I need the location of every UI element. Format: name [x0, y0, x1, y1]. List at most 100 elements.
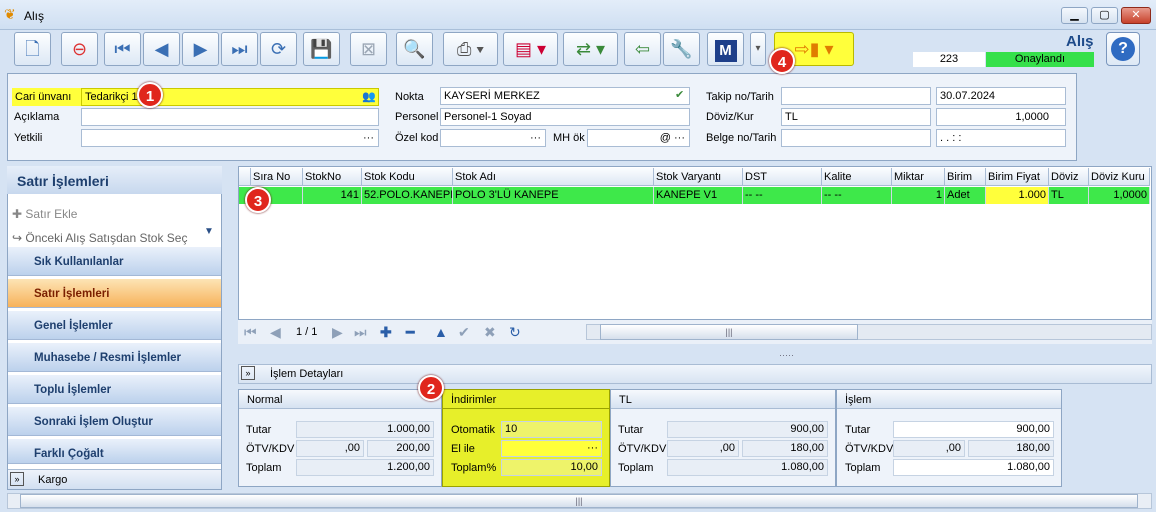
takip-no-field[interactable]: [781, 87, 931, 105]
delete-document-button[interactable]: ⊖: [61, 32, 98, 66]
nav-up-icon[interactable]: ▲: [434, 324, 448, 340]
col-stok-no[interactable]: StokNo: [303, 168, 362, 186]
tl-otv-value: ,00: [667, 440, 739, 457]
nav-add-icon[interactable]: ✚: [380, 324, 392, 340]
normal-tutar-value: 1.000,00: [296, 421, 434, 438]
col-stok-kodu[interactable]: Stok Kodu: [362, 168, 453, 186]
menu-toplu-islemler[interactable]: Toplu İşlemler: [8, 374, 221, 404]
otomatik-label: Otomatik: [451, 424, 496, 436]
col-birim[interactable]: Birim: [945, 168, 986, 186]
prev-record-button[interactable]: ◀: [143, 32, 180, 66]
import-button[interactable]: ⇦: [624, 32, 661, 66]
refresh-button[interactable]: ⟳: [260, 32, 297, 66]
people-icon[interactable]: 👥: [362, 90, 376, 103]
first-record-button[interactable]: ⏮: [104, 32, 141, 66]
new-document-button[interactable]: 🗋: [14, 32, 51, 66]
menu-farkli-cogalt[interactable]: Farklı Çoğalt: [8, 438, 221, 464]
collapse-detail-icon[interactable]: »: [241, 366, 255, 380]
col-doviz-kuru[interactable]: Döviz Kuru: [1089, 168, 1150, 186]
minimize-button[interactable]: ▁: [1061, 7, 1088, 24]
add-row-link[interactable]: ✚ Satır Ekle: [12, 207, 77, 221]
mh-ok-field[interactable]: @ ···: [587, 129, 690, 147]
personel-field[interactable]: Personel-1 Soyad: [440, 108, 690, 126]
maximize-button[interactable]: ▢: [1091, 7, 1118, 24]
belge-no-field[interactable]: [781, 129, 931, 147]
col-doviz[interactable]: Döviz: [1049, 168, 1089, 186]
prev-icon: ◀: [154, 39, 169, 59]
help-button[interactable]: ?: [1106, 32, 1140, 66]
print-button[interactable]: ⎙ ▾: [443, 32, 498, 66]
save-button[interactable]: 💾: [303, 32, 340, 66]
expand-icon[interactable]: ▼: [204, 226, 214, 237]
next-record-button[interactable]: ▶: [182, 32, 219, 66]
nokta-field[interactable]: KAYSERİ MERKEZ: [440, 87, 690, 105]
nav-last-icon[interactable]: ⏭: [354, 324, 367, 340]
page-indicator: 1 / 1: [296, 326, 318, 338]
aciklama-label: Açıklama: [14, 111, 60, 123]
nav-prev-icon[interactable]: ◀: [270, 324, 281, 340]
col-kalite[interactable]: Kalite: [822, 168, 892, 186]
nav-confirm-icon[interactable]: ✔: [458, 324, 470, 340]
menu-muhasebe[interactable]: Muhasebe / Resmi İşlemler: [8, 342, 221, 372]
kur-field[interactable]: 1,0000: [936, 108, 1066, 126]
toplam-yuzde-label: Toplam%: [451, 462, 497, 474]
export-pdf-button[interactable]: ▤ ▾: [503, 32, 558, 66]
el-ile-field[interactable]: ···: [501, 440, 602, 457]
islem-title: İşlem: [837, 390, 1061, 409]
last-record-button[interactable]: ⏭: [221, 32, 258, 66]
col-sira-no[interactable]: Sıra No: [251, 168, 303, 186]
col-birim-fiyat[interactable]: Birim Fiyat: [986, 168, 1049, 186]
yetkili-field[interactable]: ···: [81, 129, 379, 147]
col-stok-adi[interactable]: Stok Adı: [453, 168, 654, 186]
cell-birim: Adet: [945, 187, 986, 204]
belge-date-value: . . : :: [940, 132, 962, 144]
nav-remove-icon[interactable]: ━: [406, 324, 414, 340]
normal-title: Normal: [239, 390, 441, 409]
belge-label: Belge no/Tarih: [706, 132, 777, 144]
personel-label: Personel: [395, 111, 439, 123]
detail-header[interactable]: [238, 364, 1152, 384]
nav-refresh-icon[interactable]: ↻: [509, 324, 521, 340]
takip-date-field[interactable]: 30.07.2024: [936, 87, 1066, 105]
collapse-icon[interactable]: »: [10, 472, 24, 486]
tl-otv-label: ÖTV/KDV: [618, 443, 667, 455]
cell-birim-fiyat[interactable]: 1.000: [986, 187, 1049, 204]
cell-stok-varyanti: KANEPE V1: [654, 187, 743, 204]
main-scroll-thumb[interactable]: |||: [20, 494, 1138, 508]
belge-date-field[interactable]: . . : :: [936, 129, 1066, 147]
menu-genel-islemler[interactable]: Genel İşlemler: [8, 310, 221, 340]
menu-satir-islemleri[interactable]: Satır İşlemleri: [8, 278, 221, 308]
new-document-icon: 🗋: [25, 39, 40, 59]
cell-kalite: -- --: [822, 187, 892, 204]
aciklama-field[interactable]: [81, 108, 379, 126]
nav-next-icon[interactable]: ▶: [332, 324, 343, 340]
menu-sik-kullanilanlar[interactable]: Sık Kullanılanlar: [8, 246, 221, 276]
col-dst[interactable]: DST: [743, 168, 822, 186]
grid-scroll-thumb[interactable]: |||: [600, 324, 858, 340]
transfer-button[interactable]: ⇄ ▾: [563, 32, 618, 66]
normal-kdv-value: 200,00: [367, 440, 434, 457]
ozel-kod-label: Özel kod: [395, 132, 439, 144]
app-logo-icon: ❦: [4, 6, 16, 22]
preview-button[interactable]: 🔍: [396, 32, 433, 66]
ozel-kod-field[interactable]: ···: [440, 129, 546, 147]
m-button[interactable]: M: [707, 32, 744, 66]
cari-field[interactable]: Tedarikçi 1: [81, 88, 379, 106]
previous-stock-link[interactable]: ↪ Önceki Alış Satışdan Stok Seç: [12, 231, 187, 245]
otomatik-value[interactable]: 10: [501, 421, 602, 438]
tools-button[interactable]: 🔧: [663, 32, 700, 66]
splitter-grip[interactable]: ·····: [779, 350, 794, 360]
islem-toplam-value: 1.080,00: [893, 459, 1054, 476]
close-button[interactable]: ✕: [1121, 7, 1151, 24]
m-dropdown-button[interactable]: ▾: [750, 32, 766, 66]
callout-badge-2: 2: [418, 375, 444, 401]
cancel-save-button[interactable]: ⊠: [350, 32, 387, 66]
nav-cancel-icon[interactable]: ✖: [484, 324, 496, 340]
menu-sonraki-islem[interactable]: Sonraki İşlem Oluştur: [8, 406, 221, 436]
cell-miktar: 1: [892, 187, 945, 204]
col-stok-varyanti[interactable]: Stok Varyantı: [654, 168, 743, 186]
nav-first-icon[interactable]: ⏮: [244, 324, 257, 340]
doviz-select[interactable]: TL: [781, 108, 931, 126]
col-miktar[interactable]: Miktar: [892, 168, 945, 186]
islem-otv-value: ,00: [893, 440, 965, 457]
